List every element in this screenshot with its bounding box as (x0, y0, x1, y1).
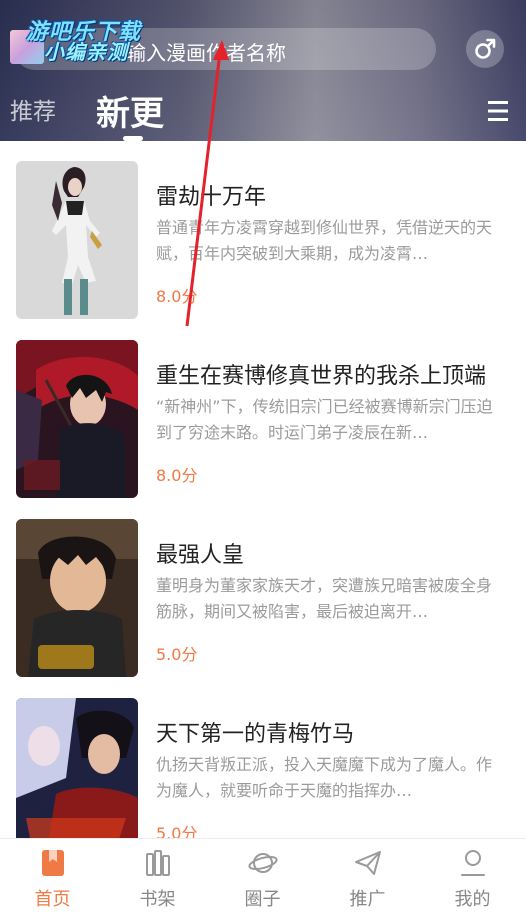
nav-label-bookshelf: 书架 (139, 889, 176, 910)
comic-title[interactable]: 重生在赛博修真世界的我杀上顶端 (156, 358, 486, 390)
comic-score: 8.0分 (156, 287, 198, 306)
header: 游吧乐下载 小编亲测 输入漫画作者名称 推荐 新更 (0, 0, 526, 141)
tab-new-updates[interactable]: 新更 (96, 86, 164, 135)
nav-label-home: 首页 (34, 889, 71, 910)
comic-cover[interactable] (16, 161, 138, 319)
nav-label-profile: 我的 (454, 889, 491, 910)
male-symbol-icon (475, 38, 496, 59)
comic-title[interactable]: 最强人皇 (156, 537, 244, 569)
comic-item[interactable]: 天下第一的青梅竹马 仇扬天背叛正派，投入天魔魔下成为了魔人。作为魔人，就要听命于… (0, 678, 526, 857)
tab-recommend[interactable]: 推荐 (10, 92, 56, 126)
comic-description: 仇扬天背叛正派，投入天魔魔下成为了魔人。作为魔人，就要听命于天魔的指挥办… (156, 755, 493, 800)
user-icon (461, 850, 485, 876)
comic-score: 5.0分 (156, 645, 198, 664)
nav-promote[interactable]: 推广 (315, 839, 420, 912)
comic-item[interactable]: 雷劫十万年 普通青年方凌霄穿越到修仙世界，凭借逆天的天赋，百年内突破到大乘期，成… (0, 141, 526, 320)
comic-cover[interactable] (16, 519, 138, 677)
nav-home[interactable]: 首页 (0, 839, 105, 912)
comic-title[interactable]: 雷劫十万年 (156, 179, 266, 211)
comic-cover[interactable] (16, 340, 138, 498)
watermark: 游吧乐下载 小编亲测 (10, 14, 150, 66)
comic-item[interactable]: 重生在赛博修真世界的我杀上顶端 “新神州”下，传统旧宗门已经被赛博新宗门压迫到了… (0, 320, 526, 499)
nav-label-promote: 推广 (349, 889, 386, 910)
paper-plane-icon (355, 851, 381, 875)
comic-item[interactable]: 最强人皇 董明身为董家家族天才，突遭族兄暗害被废全身筋脉，期间又被陷害，最后被迫… (0, 499, 526, 678)
active-tab-indicator (123, 136, 143, 141)
nav-profile[interactable]: 我的 (420, 839, 525, 912)
comic-description: “新神州”下，传统旧宗门已经被赛博新宗门压迫到了穷途末路。时运门弟子凌辰在新… (156, 397, 493, 442)
nav-community[interactable]: 圈子 (210, 839, 315, 912)
nav-label-community: 圈子 (244, 889, 281, 910)
comic-title[interactable]: 天下第一的青梅竹马 (156, 716, 354, 748)
bottom-nav: 首页 书架 圈子 推广 我的 (0, 838, 526, 912)
comic-description: 普通青年方凌霄穿越到修仙世界，凭借逆天的天赋，百年内突破到大乘期，成为凌霄… (156, 218, 493, 263)
search-placeholder: 输入漫画作者名称 (126, 41, 286, 65)
comic-score: 8.0分 (156, 466, 198, 485)
nav-bookshelf[interactable]: 书架 (105, 839, 210, 912)
watermark-text-2: 小编亲测 (44, 40, 128, 64)
comic-cover[interactable] (16, 698, 138, 856)
menu-button[interactable] (486, 98, 510, 124)
bookmark-icon (42, 850, 64, 876)
gender-toggle-button[interactable] (466, 30, 504, 68)
comic-description: 董明身为董家家族天才，突遭族兄暗害被废全身筋脉，期间又被陷害，最后被迫离开… (156, 576, 493, 621)
bookshelf-icon (146, 850, 170, 876)
menu-icon (488, 101, 508, 121)
planet-icon (248, 853, 278, 873)
